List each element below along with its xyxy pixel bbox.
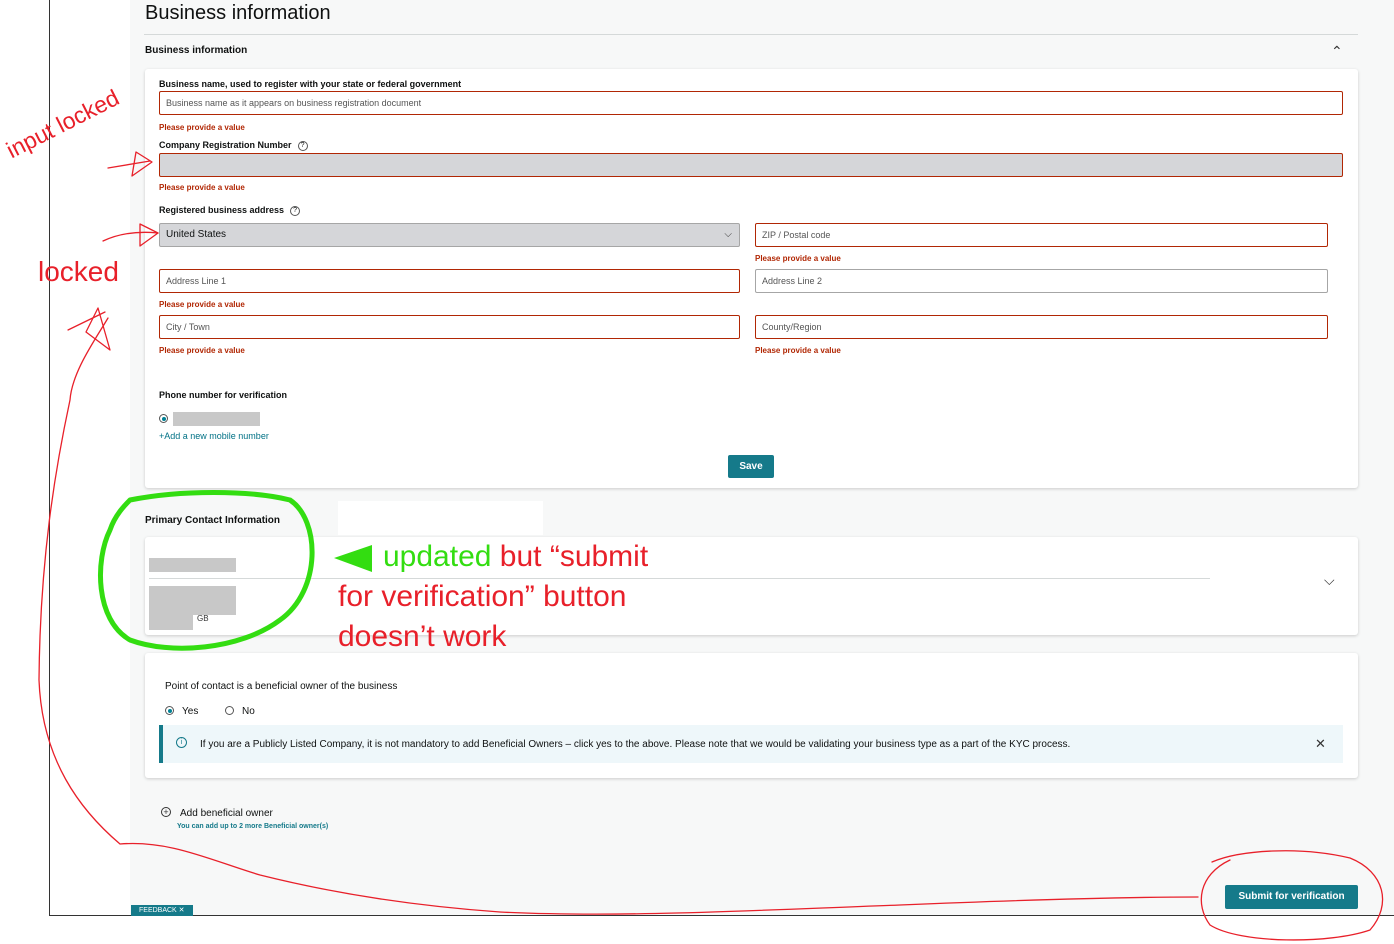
long-arrow-path [38, 317, 1199, 915]
arrow-shaft [107, 160, 151, 169]
annotation-overlay [38, 151, 1384, 941]
annotation-line-1: updated but “submit [383, 540, 648, 574]
annotation-but-submit: but “submit [491, 540, 649, 573]
annotation-updated: updated [383, 540, 492, 573]
arrow-head [139, 223, 159, 247]
green-circle [98, 490, 315, 651]
arrow-head [85, 307, 111, 351]
locked-annotation: locked [38, 256, 119, 287]
annotation-line-3: doesn’t work [338, 620, 507, 653]
green-arrow-head [334, 545, 372, 572]
submit-circle [1200, 850, 1384, 941]
annotation-line-2: for verification” button [338, 580, 627, 613]
